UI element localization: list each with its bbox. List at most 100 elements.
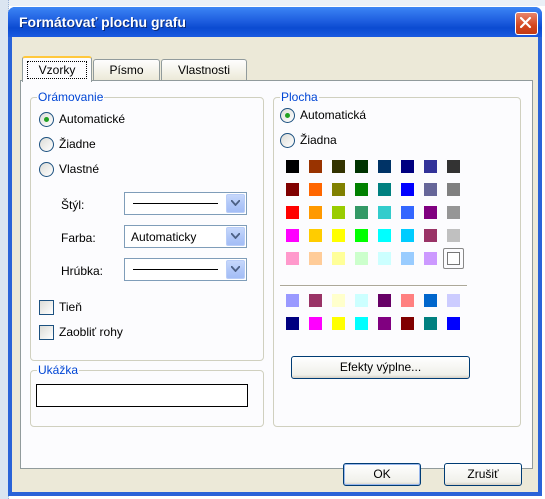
color-swatch[interactable] [309, 206, 322, 219]
color-swatch[interactable] [309, 183, 322, 196]
dialog-body: Vzorky Písmo Vlastnosti Orámovanie Autom… [12, 37, 538, 492]
line-color-value: Automaticky [131, 230, 197, 244]
color-swatch[interactable] [332, 183, 345, 196]
area-group-title: Plocha [280, 90, 319, 104]
tab-label: Vlastnosti [177, 63, 231, 77]
color-swatch[interactable] [355, 252, 368, 265]
color-swatch[interactable] [286, 252, 299, 265]
border-none-radio[interactable] [39, 137, 54, 152]
area-none-radio[interactable] [280, 133, 295, 148]
tab-label: Písmo [109, 63, 144, 77]
color-swatch[interactable] [286, 160, 299, 173]
tab-pismo[interactable]: Písmo [93, 59, 160, 80]
color-swatch[interactable] [286, 183, 299, 196]
color-swatch[interactable] [401, 294, 414, 307]
tab-panel: Orámovanie Automatické Žiadne Vlastné Št… [20, 80, 533, 469]
color-swatch[interactable] [424, 252, 437, 265]
color-swatch[interactable] [401, 229, 414, 242]
border-custom-radio[interactable] [39, 162, 54, 177]
color-swatch[interactable] [286, 294, 299, 307]
area-none-label: Žiadna [300, 133, 337, 147]
border-group: Orámovanie Automatické Žiadne Vlastné Št… [30, 90, 264, 361]
tab-vlastnosti[interactable]: Vlastnosti [161, 59, 247, 80]
border-none-label: Žiadne [59, 137, 96, 151]
color-swatch[interactable] [378, 229, 391, 242]
style-label: Štýl: [61, 198, 85, 212]
color-swatch[interactable] [378, 317, 391, 330]
color-swatch[interactable] [355, 160, 368, 173]
color-swatch[interactable] [332, 317, 345, 330]
line-style-select[interactable] [124, 192, 247, 215]
area-automatic-radio[interactable] [280, 108, 295, 123]
color-swatch[interactable] [378, 294, 391, 307]
border-automatic-label: Automatické [59, 112, 126, 126]
color-swatch[interactable] [309, 317, 322, 330]
color-swatch[interactable] [332, 252, 345, 265]
line-color-select[interactable]: Automaticky [124, 225, 247, 248]
background-desktop [0, 0, 545, 6]
color-swatch[interactable] [309, 252, 322, 265]
color-swatch[interactable] [447, 317, 460, 330]
color-swatch[interactable] [424, 183, 437, 196]
chevron-down-icon[interactable] [226, 194, 245, 213]
color-swatch[interactable] [401, 160, 414, 173]
shadow-checkbox[interactable] [39, 300, 54, 315]
color-swatch[interactable] [424, 160, 437, 173]
shadow-label: Tieň [59, 300, 82, 314]
color-swatch[interactable] [424, 317, 437, 330]
color-swatch[interactable] [447, 206, 460, 219]
line-weight-preview [133, 269, 218, 270]
color-swatch[interactable] [401, 317, 414, 330]
tab-vzorky[interactable]: Vzorky [22, 56, 92, 82]
color-swatch[interactable] [424, 206, 437, 219]
chevron-down-icon[interactable] [226, 227, 245, 246]
color-swatch[interactable] [286, 206, 299, 219]
border-automatic-radio[interactable] [39, 112, 54, 127]
color-swatch[interactable] [332, 229, 345, 242]
color-swatch[interactable] [401, 252, 414, 265]
preview-box [36, 384, 248, 407]
color-label: Farba: [61, 231, 96, 245]
color-swatch[interactable] [309, 160, 322, 173]
close-button[interactable] [515, 12, 538, 35]
color-swatch[interactable] [355, 294, 368, 307]
color-swatch[interactable] [378, 206, 391, 219]
color-swatch[interactable] [286, 317, 299, 330]
color-swatch[interactable] [447, 160, 460, 173]
color-swatch[interactable] [309, 294, 322, 307]
color-swatch[interactable] [378, 252, 391, 265]
color-swatch[interactable] [447, 229, 460, 242]
color-swatch[interactable] [286, 229, 299, 242]
color-swatch[interactable] [355, 206, 368, 219]
color-swatch[interactable] [332, 160, 345, 173]
title-bar[interactable]: Formátovať plochu grafu [8, 7, 542, 37]
color-swatch[interactable] [355, 317, 368, 330]
cancel-button[interactable]: Zrušiť [444, 463, 522, 486]
line-weight-select[interactable] [124, 258, 247, 281]
area-automatic-label: Automatická [300, 108, 367, 122]
close-icon [519, 16, 532, 29]
color-swatch[interactable] [309, 229, 322, 242]
color-swatch[interactable] [355, 183, 368, 196]
ok-button[interactable]: OK [343, 463, 421, 486]
color-swatch[interactable] [447, 294, 460, 307]
selected-swatch-frame [443, 248, 464, 269]
tab-label: Vzorky [27, 61, 87, 79]
color-swatch[interactable] [378, 160, 391, 173]
round-corners-label: Zaobliť rohy [59, 325, 123, 339]
color-swatch[interactable] [355, 229, 368, 242]
weight-label: Hrúbka: [61, 264, 104, 278]
color-swatch[interactable] [424, 229, 437, 242]
chevron-down-icon[interactable] [226, 260, 245, 279]
color-swatch[interactable] [401, 206, 414, 219]
color-swatch[interactable] [332, 294, 345, 307]
color-swatch[interactable] [447, 183, 460, 196]
color-swatch[interactable] [401, 183, 414, 196]
round-corners-checkbox[interactable] [39, 325, 54, 340]
format-chart-area-dialog: Formátovať plochu grafu Vzorky Písmo Vla… [8, 7, 542, 496]
color-swatch[interactable] [332, 206, 345, 219]
dialog-title: Formátovať plochu grafu [19, 14, 186, 30]
color-swatch[interactable] [378, 183, 391, 196]
color-swatch[interactable] [424, 294, 437, 307]
fill-effects-button[interactable]: Efekty výplne... [291, 356, 470, 379]
